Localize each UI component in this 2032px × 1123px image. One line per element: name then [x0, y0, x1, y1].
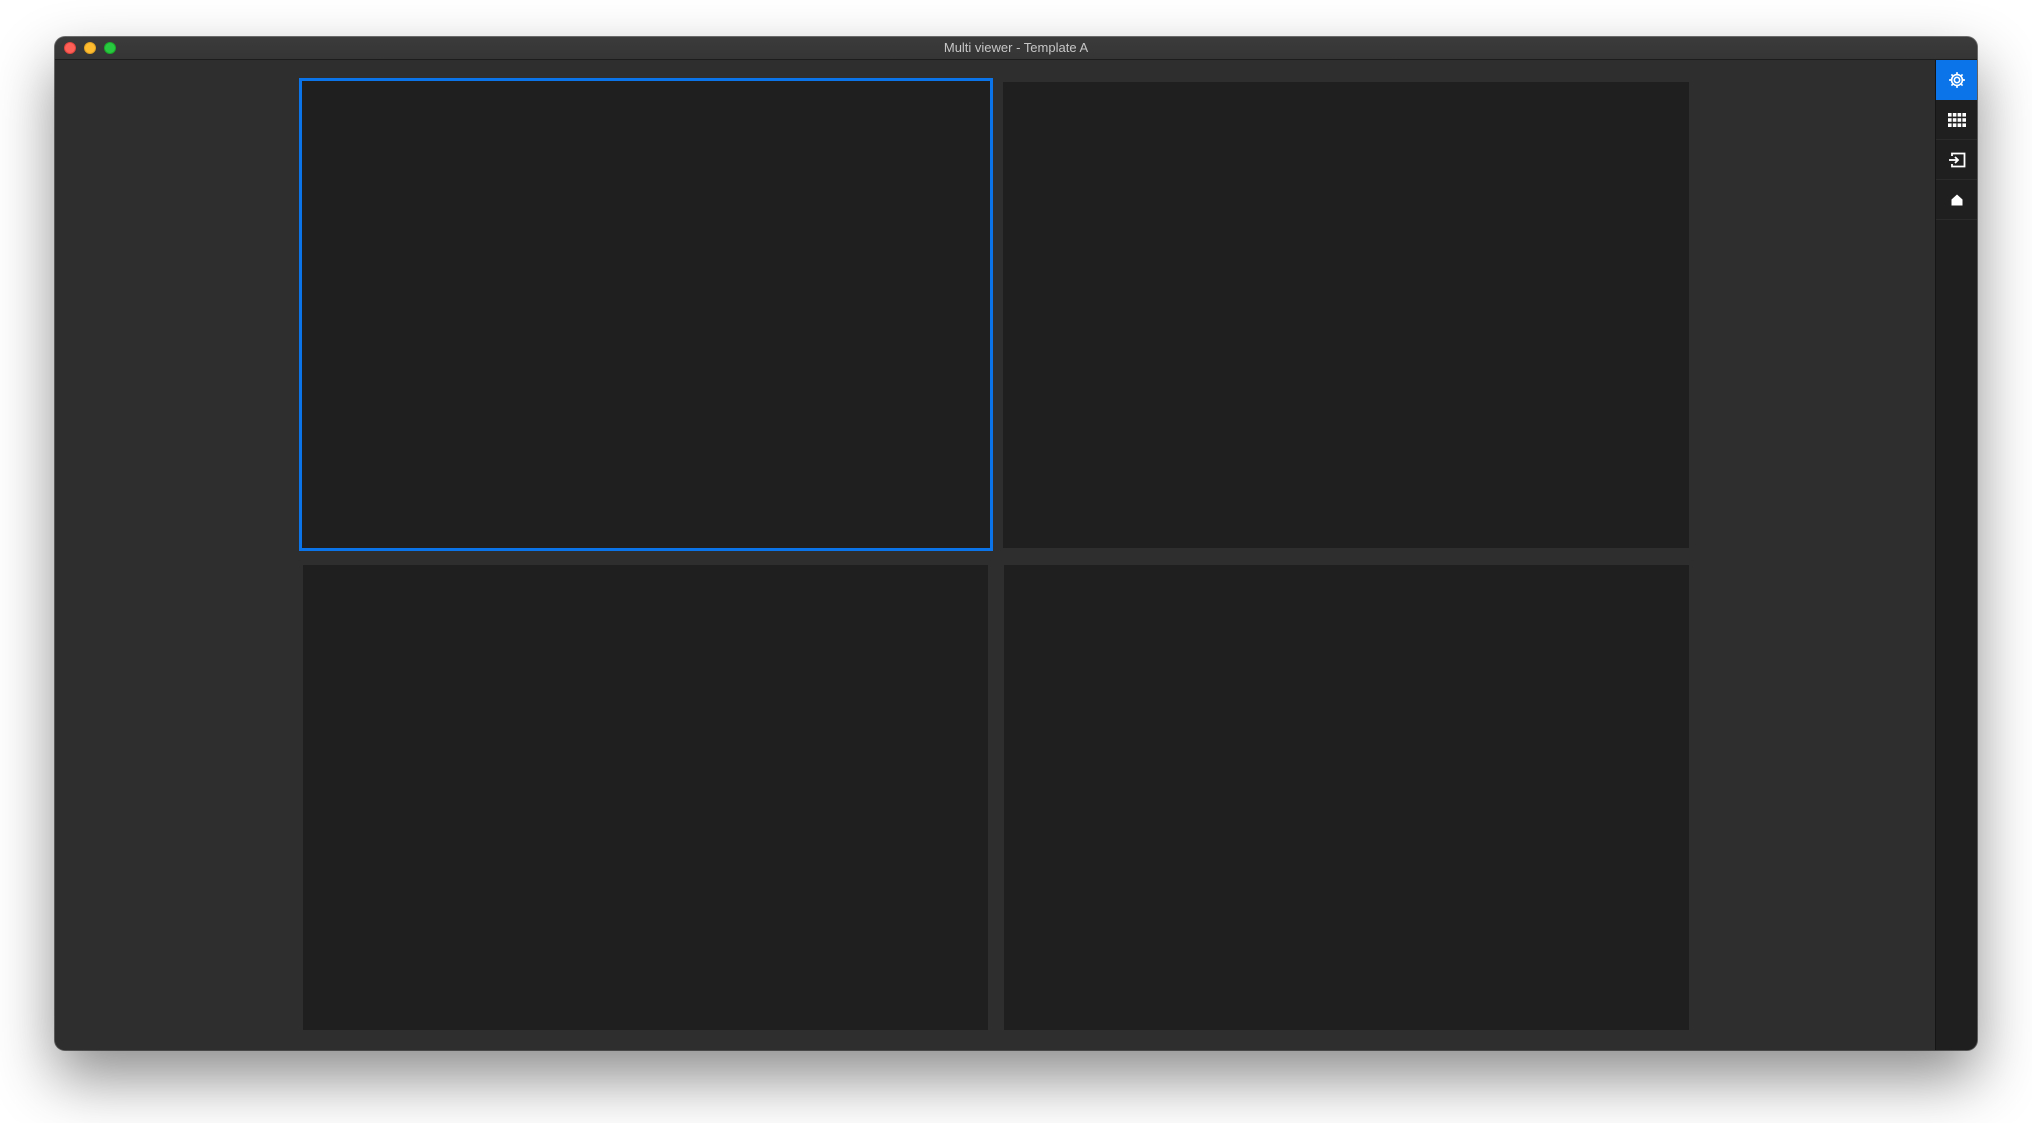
window-title: Multi viewer - Template A [943, 40, 1089, 55]
layout-grid-button[interactable] [1936, 100, 1977, 140]
viewer-grid [55, 60, 1936, 1050]
viewer-panel-1[interactable] [299, 78, 993, 551]
title-bar[interactable]: Multi viewer - Template A [55, 37, 1977, 60]
gear-icon [1948, 71, 1965, 88]
right-toolbar [1935, 60, 1977, 1050]
grid-icon [1947, 112, 1966, 127]
app-window: Multi viewer - Template A [55, 37, 1977, 1050]
input-icon [1948, 152, 1965, 167]
input-button[interactable] [1936, 140, 1977, 180]
viewer-panel-2[interactable] [1003, 82, 1689, 548]
home-icon [1951, 194, 1962, 205]
settings-button[interactable] [1936, 60, 1977, 100]
home-button[interactable] [1936, 180, 1977, 220]
viewer-panel-4[interactable] [1004, 565, 1689, 1030]
viewer-panel-3[interactable] [303, 565, 988, 1030]
